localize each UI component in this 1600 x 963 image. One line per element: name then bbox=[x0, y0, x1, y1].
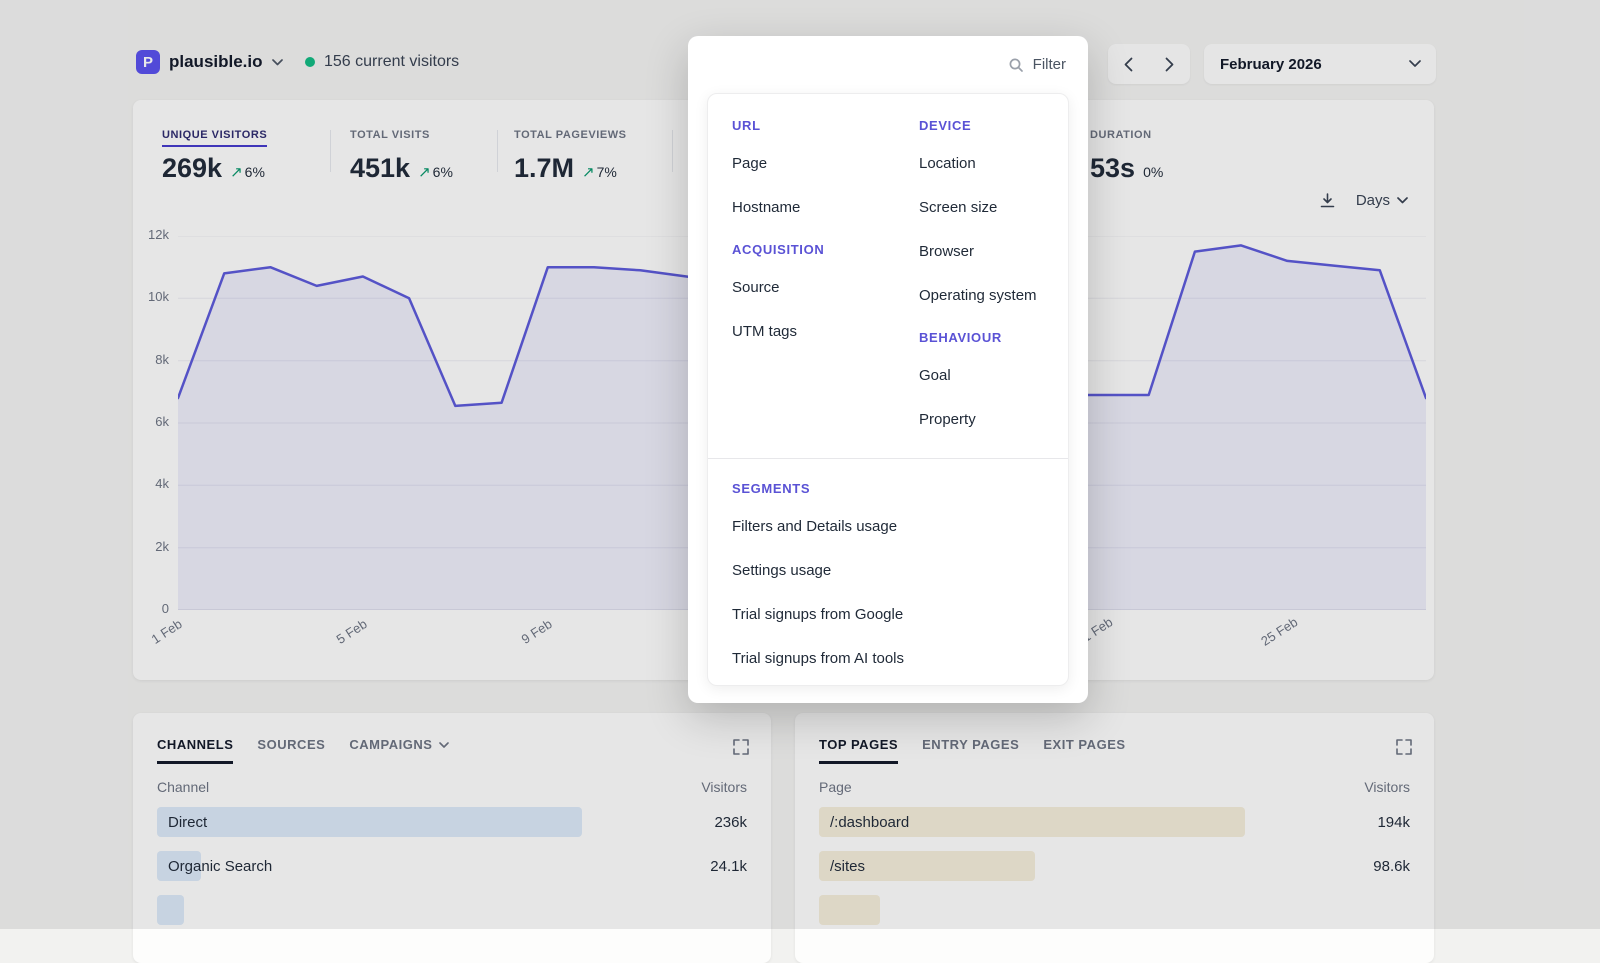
search-icon bbox=[1008, 57, 1024, 73]
filter-group-segments: SEGMENTS bbox=[732, 481, 1044, 497]
filter-option-hostname[interactable]: Hostname bbox=[732, 198, 919, 218]
filter-modal: Filter URLPageHostnameACQUISITIONSourceU… bbox=[688, 36, 1088, 703]
filter-option-browser[interactable]: Browser bbox=[919, 242, 1068, 262]
filter-option-trial-signups-from-google[interactable]: Trial signups from Google bbox=[732, 605, 1044, 625]
filter-column-left: URL Page Hostname ACQUISITION Source UTM tags bbox=[732, 118, 919, 454]
filter-column-right: DEVICE Location Screen size Browser Operatin… bbox=[919, 118, 1068, 454]
filter-option-screen-size[interactable]: Screen size bbox=[919, 198, 1068, 218]
filter-option-operating-system[interactable]: Operating system bbox=[919, 286, 1068, 306]
filter-columns: URL Page Hostname ACQUISITION Source UTM tags… bbox=[708, 118, 1068, 454]
filter-group-url: URL bbox=[732, 118, 919, 134]
segments-section: SEGMENTS Filters and Details usage Setting… bbox=[708, 481, 1068, 669]
filter-option-filters-and-details-usage[interactable]: Filters and Details usage bbox=[732, 517, 1044, 537]
filter-option-location[interactable]: Location bbox=[919, 154, 1068, 174]
filter-option-goal[interactable]: Goal bbox=[919, 366, 1068, 386]
filter-options-panel: URL Page Hostname ACQUISITION Source UTM tags… bbox=[707, 93, 1069, 686]
filter-option-trial-signups-from-ai-tools[interactable]: Trial signups from AI tools bbox=[732, 649, 1044, 669]
filter-option-source[interactable]: Source bbox=[732, 278, 919, 298]
filter-search-input[interactable]: Filter bbox=[1008, 36, 1080, 93]
filter-option-settings-usage[interactable]: Settings usage bbox=[732, 561, 1044, 581]
filter-option-page[interactable]: Page bbox=[732, 154, 919, 174]
filter-option-property[interactable]: Property bbox=[919, 410, 1068, 430]
filter-option-utm-tags[interactable]: UTM tags bbox=[732, 322, 919, 342]
filter-group-device: DEVICE bbox=[919, 118, 1068, 134]
filter-search-placeholder: Filter bbox=[1033, 56, 1066, 73]
filter-group-acquisition: ACQUISITION bbox=[732, 242, 919, 258]
filter-group-behaviour: BEHAVIOUR bbox=[919, 330, 1068, 346]
dashboard-page: P plausible.io 156 current visitors Febr… bbox=[0, 0, 1600, 929]
divider bbox=[708, 458, 1068, 459]
